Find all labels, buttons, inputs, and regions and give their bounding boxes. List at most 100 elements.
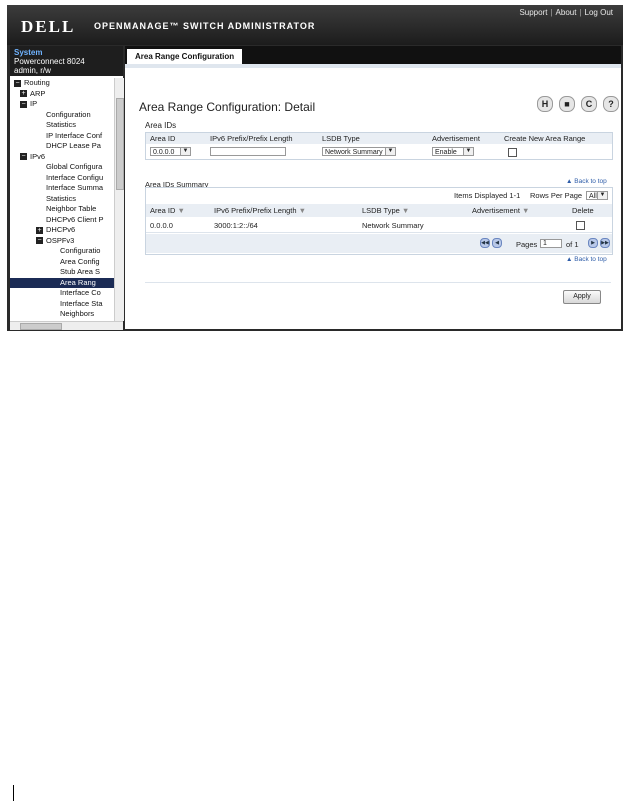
sidebar-item[interactable]: − IPv6	[20, 152, 45, 162]
col-prefix: IPv6 Prefix/Prefix Length	[210, 134, 293, 143]
sidebar-item-label: IP	[30, 99, 38, 108]
sum-col-advertisement[interactable]: Advertisement ▼	[472, 206, 529, 215]
collapse-icon[interactable]: −	[36, 237, 43, 245]
sidebar-vertical-scrollbar[interactable]	[114, 78, 124, 321]
sidebar-item-label: Statistics	[46, 193, 77, 203]
sidebar-item[interactable]: DHCP Lease Pa	[46, 141, 101, 151]
refresh-icon[interactable]: C	[581, 96, 597, 112]
sidebar-item-label: DHCPv6 Client P	[46, 214, 104, 224]
sum-col-area-id[interactable]: Area ID ▼	[150, 206, 185, 215]
logout-link[interactable]: Log Out	[585, 8, 613, 17]
sidebar-item[interactable]: Global Configura	[46, 162, 102, 172]
area-ids-panel: Area ID IPv6 Prefix/Prefix Length LSDB T…	[145, 132, 613, 160]
page-total: of 1	[566, 240, 579, 249]
sidebar-item[interactable]: Stub Area S	[60, 267, 100, 277]
sort-icon: ▼	[522, 206, 530, 215]
support-link[interactable]: Support	[519, 8, 547, 17]
device-name: Powerconnect 8024	[14, 57, 85, 66]
prev-page-icon[interactable]: ◀	[492, 238, 502, 248]
sidebar-item[interactable]: + DHCPv6	[36, 225, 75, 235]
header-bar: DELL OPENMANAGE™ SWITCH ADMINISTRATOR Su…	[7, 5, 623, 45]
sidebar-item[interactable]: IP Interface Conf	[46, 131, 102, 141]
sidebar-item-label: Neighbors	[60, 309, 95, 318]
sidebar-item[interactable]: Neighbors	[60, 309, 94, 319]
sidebar-item-label: DHCPv6	[46, 225, 76, 234]
chevron-down-icon: ▼	[385, 148, 395, 155]
system-info: System Powerconnect 8024 admin, r/w	[10, 46, 123, 76]
sidebar-item-label: Area Rang	[60, 277, 96, 287]
sidebar-item-label: OSPFv3	[46, 235, 75, 245]
sidebar-item[interactable]: Interface Sta	[60, 299, 103, 309]
advertisement-select[interactable]: Enable ▼	[432, 147, 474, 156]
row-lsdb: Network Summary	[362, 221, 424, 230]
sidebar-item-label: Neighbor Table	[46, 204, 97, 213]
tab-area-range-configuration[interactable]: Area Range Configuration	[127, 49, 243, 64]
area-id-select[interactable]: 0.0.0.0 ▼	[150, 147, 191, 156]
row-prefix: 3000:1:2::/64	[214, 221, 258, 230]
about-link[interactable]: About	[556, 8, 577, 17]
rows-per-page-select[interactable]: All ▼	[586, 191, 608, 200]
create-new-checkbox[interactable]	[508, 148, 517, 157]
sidebar-item[interactable]: Statistics	[46, 194, 76, 204]
divider	[145, 282, 611, 283]
area-ids-section-title: Area IDs	[145, 121, 177, 130]
page-title: Area Range Configuration: Detail	[139, 100, 316, 114]
sidebar-item[interactable]: Neighbor Table	[46, 204, 96, 214]
sidebar-item-label: IP Interface Conf	[46, 130, 103, 140]
sidebar-item[interactable]: Configuration	[46, 110, 91, 120]
items-displayed: Items Displayed 1-1	[454, 191, 521, 200]
sidebar-item[interactable]: − OSPFv3	[36, 236, 74, 246]
sidebar-item-label: Area Config	[60, 256, 100, 266]
apply-button[interactable]: Apply	[563, 290, 601, 304]
sidebar-item[interactable]: Area Config	[60, 257, 100, 267]
sum-col-lsdb[interactable]: LSDB Type ▼	[362, 206, 409, 215]
tab-bar: Area Range Configuration	[125, 46, 621, 64]
sidebar-item[interactable]: + ARP	[20, 89, 45, 99]
app-title: OPENMANAGE™ SWITCH ADMINISTRATOR	[94, 21, 316, 31]
last-page-icon[interactable]: ▶▶	[600, 238, 610, 248]
sidebar-item[interactable]: Configuratio	[60, 246, 100, 256]
page-input[interactable]: 1	[540, 239, 562, 248]
table-row: 0.0.0.0 3000:1:2::/64 Network Summary	[146, 218, 612, 233]
print-icon[interactable]: ■	[559, 96, 575, 112]
col-lsdb-type: LSDB Type	[322, 134, 360, 143]
sum-col-prefix[interactable]: IPv6 Prefix/Prefix Length ▼	[214, 206, 306, 215]
sidebar-item-label: Routing	[24, 78, 50, 87]
back-to-top-link-2[interactable]: ▲ Back to top	[566, 256, 607, 263]
first-page-icon[interactable]: ◀◀	[480, 238, 490, 248]
sidebar-item[interactable]: Interface Summa	[46, 183, 103, 193]
sidebar-item[interactable]: Interface Co	[60, 288, 101, 298]
col-advertisement: Advertisement	[432, 134, 480, 143]
collapse-icon[interactable]: −	[20, 153, 27, 161]
delete-checkbox[interactable]	[576, 221, 585, 230]
sidebar-item[interactable]: Statistics	[46, 120, 76, 130]
prefix-input[interactable]	[210, 147, 286, 156]
save-icon[interactable]: H	[537, 96, 553, 112]
sidebar-item[interactable]: DHCPv6 Client P	[46, 215, 104, 225]
collapse-icon[interactable]: −	[20, 100, 27, 108]
sidebar: System Powerconnect 8024 admin, r/w − Rou…	[10, 46, 124, 330]
system-label: System	[14, 48, 43, 57]
sort-icon: ▼	[298, 206, 307, 215]
sidebar-item[interactable]: − IP	[20, 99, 37, 109]
expand-icon[interactable]: +	[36, 226, 43, 234]
scroll-thumb-horizontal[interactable]	[20, 323, 62, 330]
help-icon[interactable]: ?	[603, 96, 619, 112]
sort-icon: ▼	[177, 206, 185, 215]
screenshot-frame: DELL OPENMANAGE™ SWITCH ADMINISTRATOR Su…	[7, 5, 623, 331]
next-page-icon[interactable]: ▶	[588, 238, 598, 248]
summary-panel: Items Displayed 1-1 Rows Per Page All ▼ A…	[145, 187, 613, 255]
sidebar-item[interactable]: Interface Configu	[46, 173, 103, 183]
sidebar-item[interactable]: Area Rang	[10, 277, 114, 288]
collapse-icon[interactable]: −	[14, 79, 21, 87]
sidebar-item-label: Configuration	[46, 109, 91, 119]
sidebar-item-label: Interface Summa	[46, 183, 104, 192]
back-to-top-link-1[interactable]: ▲ Back to top	[566, 178, 607, 185]
sidebar-item-label: Statistics	[46, 120, 77, 129]
scroll-thumb[interactable]	[116, 98, 124, 190]
sidebar-item-label: ARP	[30, 88, 46, 98]
sidebar-item[interactable]: − Routing	[14, 78, 50, 88]
sidebar-horizontal-scrollbar[interactable]	[10, 321, 123, 330]
expand-icon[interactable]: +	[20, 90, 27, 98]
lsdb-type-select[interactable]: Network Summary ▼	[322, 147, 396, 156]
